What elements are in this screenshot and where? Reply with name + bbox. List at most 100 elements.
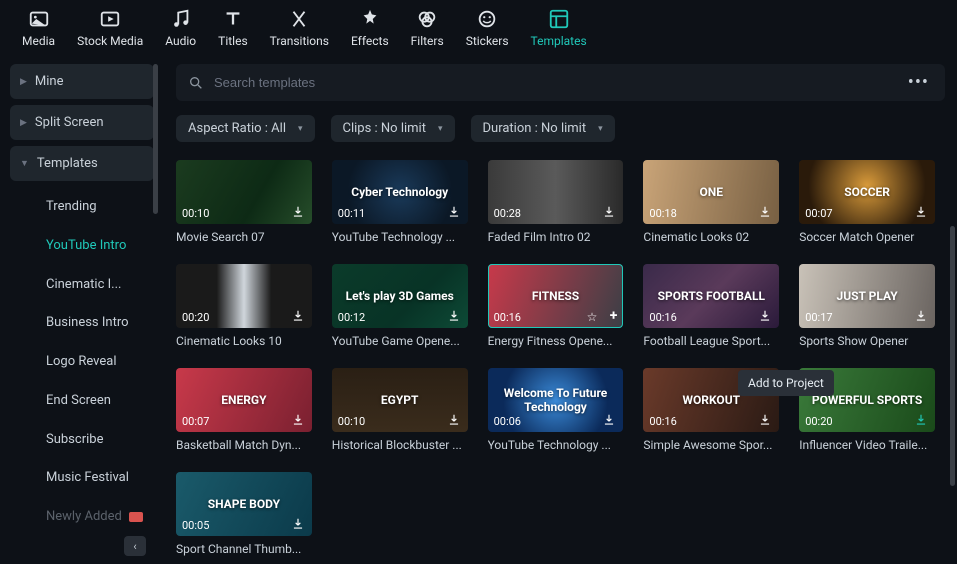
template-card: 00:10Movie Search 07 [176, 160, 312, 244]
tab-stock-media[interactable]: Stock Media [77, 8, 143, 56]
tab-label: Stock Media [77, 34, 143, 48]
more-horizontal-icon: ••• [908, 72, 929, 93]
main-scrollbar[interactable] [950, 226, 955, 486]
sidebar-sub-end-screen[interactable]: End Screen [10, 381, 154, 420]
template-title: Simple Awesome Spor... [643, 438, 779, 452]
chevron-left-icon: ‹ [133, 540, 136, 553]
sidebar-item-templates[interactable]: ▼ Templates [10, 146, 154, 181]
template-title: YouTube Technology ... [488, 438, 624, 452]
download-button[interactable] [290, 412, 306, 428]
sidebar-sub-business-intro[interactable]: Business Intro [10, 303, 154, 342]
template-grid: 00:10Movie Search 07 Cyber Technology00:1… [176, 160, 945, 556]
template-title: Football League Sport... [643, 334, 779, 348]
download-button[interactable] [446, 204, 462, 220]
search-icon [188, 75, 204, 91]
duration-label: 00:10 [182, 207, 209, 220]
download-button[interactable] [446, 308, 462, 324]
template-thumbnail[interactable]: FITNESS00:16☆+ [488, 264, 624, 328]
filters-icon [416, 8, 438, 30]
template-thumbnail[interactable]: Let's play 3D Games00:12 [332, 264, 468, 328]
download-button[interactable] [757, 412, 773, 428]
template-card: WORKOUT00:16 Simple Awesome Spor... [643, 368, 779, 452]
tab-label: Effects [351, 34, 389, 48]
search-bar: ••• [176, 64, 945, 101]
tab-media[interactable]: Media [22, 8, 55, 56]
template-thumbnail[interactable]: SOCCER00:07 [799, 160, 935, 224]
template-card: EGYPT00:10Historical Blockbuster ... [332, 368, 468, 452]
filter-duration[interactable]: Duration : No limit ▾ [471, 115, 615, 142]
template-card: JUST PLAY00:17Sports Show Opener [799, 264, 935, 348]
download-button[interactable] [913, 204, 929, 220]
filter-clips[interactable]: Clips : No limit ▾ [331, 115, 455, 142]
template-thumbnail[interactable]: JUST PLAY00:17 [799, 264, 935, 328]
sidebar-sub-newly-added[interactable]: Newly Added [10, 497, 154, 536]
sidebar-item-mine[interactable]: ▶ Mine [10, 64, 154, 99]
template-card: ENERGY00:07 Basketball Match Dyn... [176, 368, 312, 452]
template-thumbnail[interactable]: 00:10 [176, 160, 312, 224]
download-button[interactable] [601, 412, 617, 428]
collapse-sidebar-button[interactable]: ‹ [124, 536, 146, 556]
template-title: Basketball Match Dyn... [176, 438, 312, 452]
filter-aspect-ratio[interactable]: Aspect Ratio : All ▾ [176, 115, 315, 142]
templates-icon [548, 8, 570, 30]
template-thumbnail[interactable]: POWERFUL SPORTS00:20 [799, 368, 935, 432]
download-button[interactable] [913, 412, 929, 428]
add-to-project-button[interactable]: + [610, 308, 618, 324]
sidebar-sub-subscribe[interactable]: Subscribe [10, 420, 154, 459]
duration-label: 00:18 [649, 207, 676, 220]
media-icon [28, 8, 50, 30]
tab-templates[interactable]: Templates [531, 8, 587, 56]
search-input[interactable] [214, 75, 894, 90]
template-thumbnail[interactable]: SPORTS FOOTBALL00:16 [643, 264, 779, 328]
tab-label: Transitions [270, 34, 329, 48]
tab-titles[interactable]: Titles [218, 8, 247, 56]
duration-label: 00:05 [182, 519, 209, 532]
download-button[interactable] [601, 204, 617, 220]
download-button[interactable] [290, 516, 306, 532]
chevron-down-icon: ▾ [598, 124, 603, 134]
download-button[interactable] [446, 412, 462, 428]
sidebar-item-split-screen[interactable]: ▶ Split Screen [10, 105, 154, 140]
more-options-button[interactable]: ••• [904, 72, 933, 93]
sidebar-sub-logo-reveal[interactable]: Logo Reveal [10, 342, 154, 381]
tab-stickers[interactable]: Stickers [466, 8, 509, 56]
download-button[interactable] [290, 308, 306, 324]
download-button[interactable] [290, 204, 306, 220]
tab-effects[interactable]: Effects [351, 8, 389, 56]
transitions-icon [288, 8, 310, 30]
template-thumbnail[interactable]: ONE00:18 [643, 160, 779, 224]
duration-label: 00:16 [494, 311, 521, 324]
sidebar-sub-trending[interactable]: Trending [10, 187, 154, 226]
tab-transitions[interactable]: Transitions [270, 8, 329, 56]
template-thumbnail[interactable]: Welcome To Future Technology00:06 [488, 368, 624, 432]
download-button[interactable] [757, 308, 773, 324]
download-button[interactable] [913, 308, 929, 324]
filter-row: Aspect Ratio : All ▾ Clips : No limit ▾ … [176, 115, 945, 142]
sidebar-item-label: Mine [35, 74, 64, 89]
tab-label: Titles [218, 34, 247, 48]
template-thumbnail[interactable]: WORKOUT00:16 [643, 368, 779, 432]
download-button[interactable] [757, 204, 773, 220]
sidebar-sub-youtube-intro[interactable]: YouTube Intro [10, 226, 154, 265]
template-thumbnail[interactable]: Cyber Technology00:11 [332, 160, 468, 224]
new-badge-icon [129, 512, 143, 522]
tab-audio[interactable]: Audio [165, 8, 196, 56]
sidebar-item-label: Split Screen [35, 115, 104, 130]
duration-label: 00:07 [805, 207, 832, 220]
template-thumbnail[interactable]: 00:20 [176, 264, 312, 328]
tab-filters[interactable]: Filters [411, 8, 444, 56]
titles-icon [222, 8, 244, 30]
tab-label: Templates [531, 34, 587, 48]
template-thumbnail[interactable]: 00:28 [488, 160, 624, 224]
duration-label: 00:16 [649, 415, 676, 428]
template-thumbnail[interactable]: EGYPT00:10 [332, 368, 468, 432]
template-card: Let's play 3D Games00:12YouTube Game Ope… [332, 264, 468, 348]
tab-label: Stickers [466, 34, 509, 48]
favorite-icon[interactable]: ☆ [587, 310, 598, 324]
template-thumbnail[interactable]: ENERGY00:07 [176, 368, 312, 432]
sidebar-sub-music-festival[interactable]: Music Festival [10, 458, 154, 497]
template-thumbnail[interactable]: SHAPE BODY00:05 [176, 472, 312, 536]
sidebar-item-label: Templates [37, 156, 98, 171]
sidebar-sub-cinematic[interactable]: Cinematic I... [10, 265, 154, 304]
template-title: Soccer Match Opener [799, 230, 935, 244]
